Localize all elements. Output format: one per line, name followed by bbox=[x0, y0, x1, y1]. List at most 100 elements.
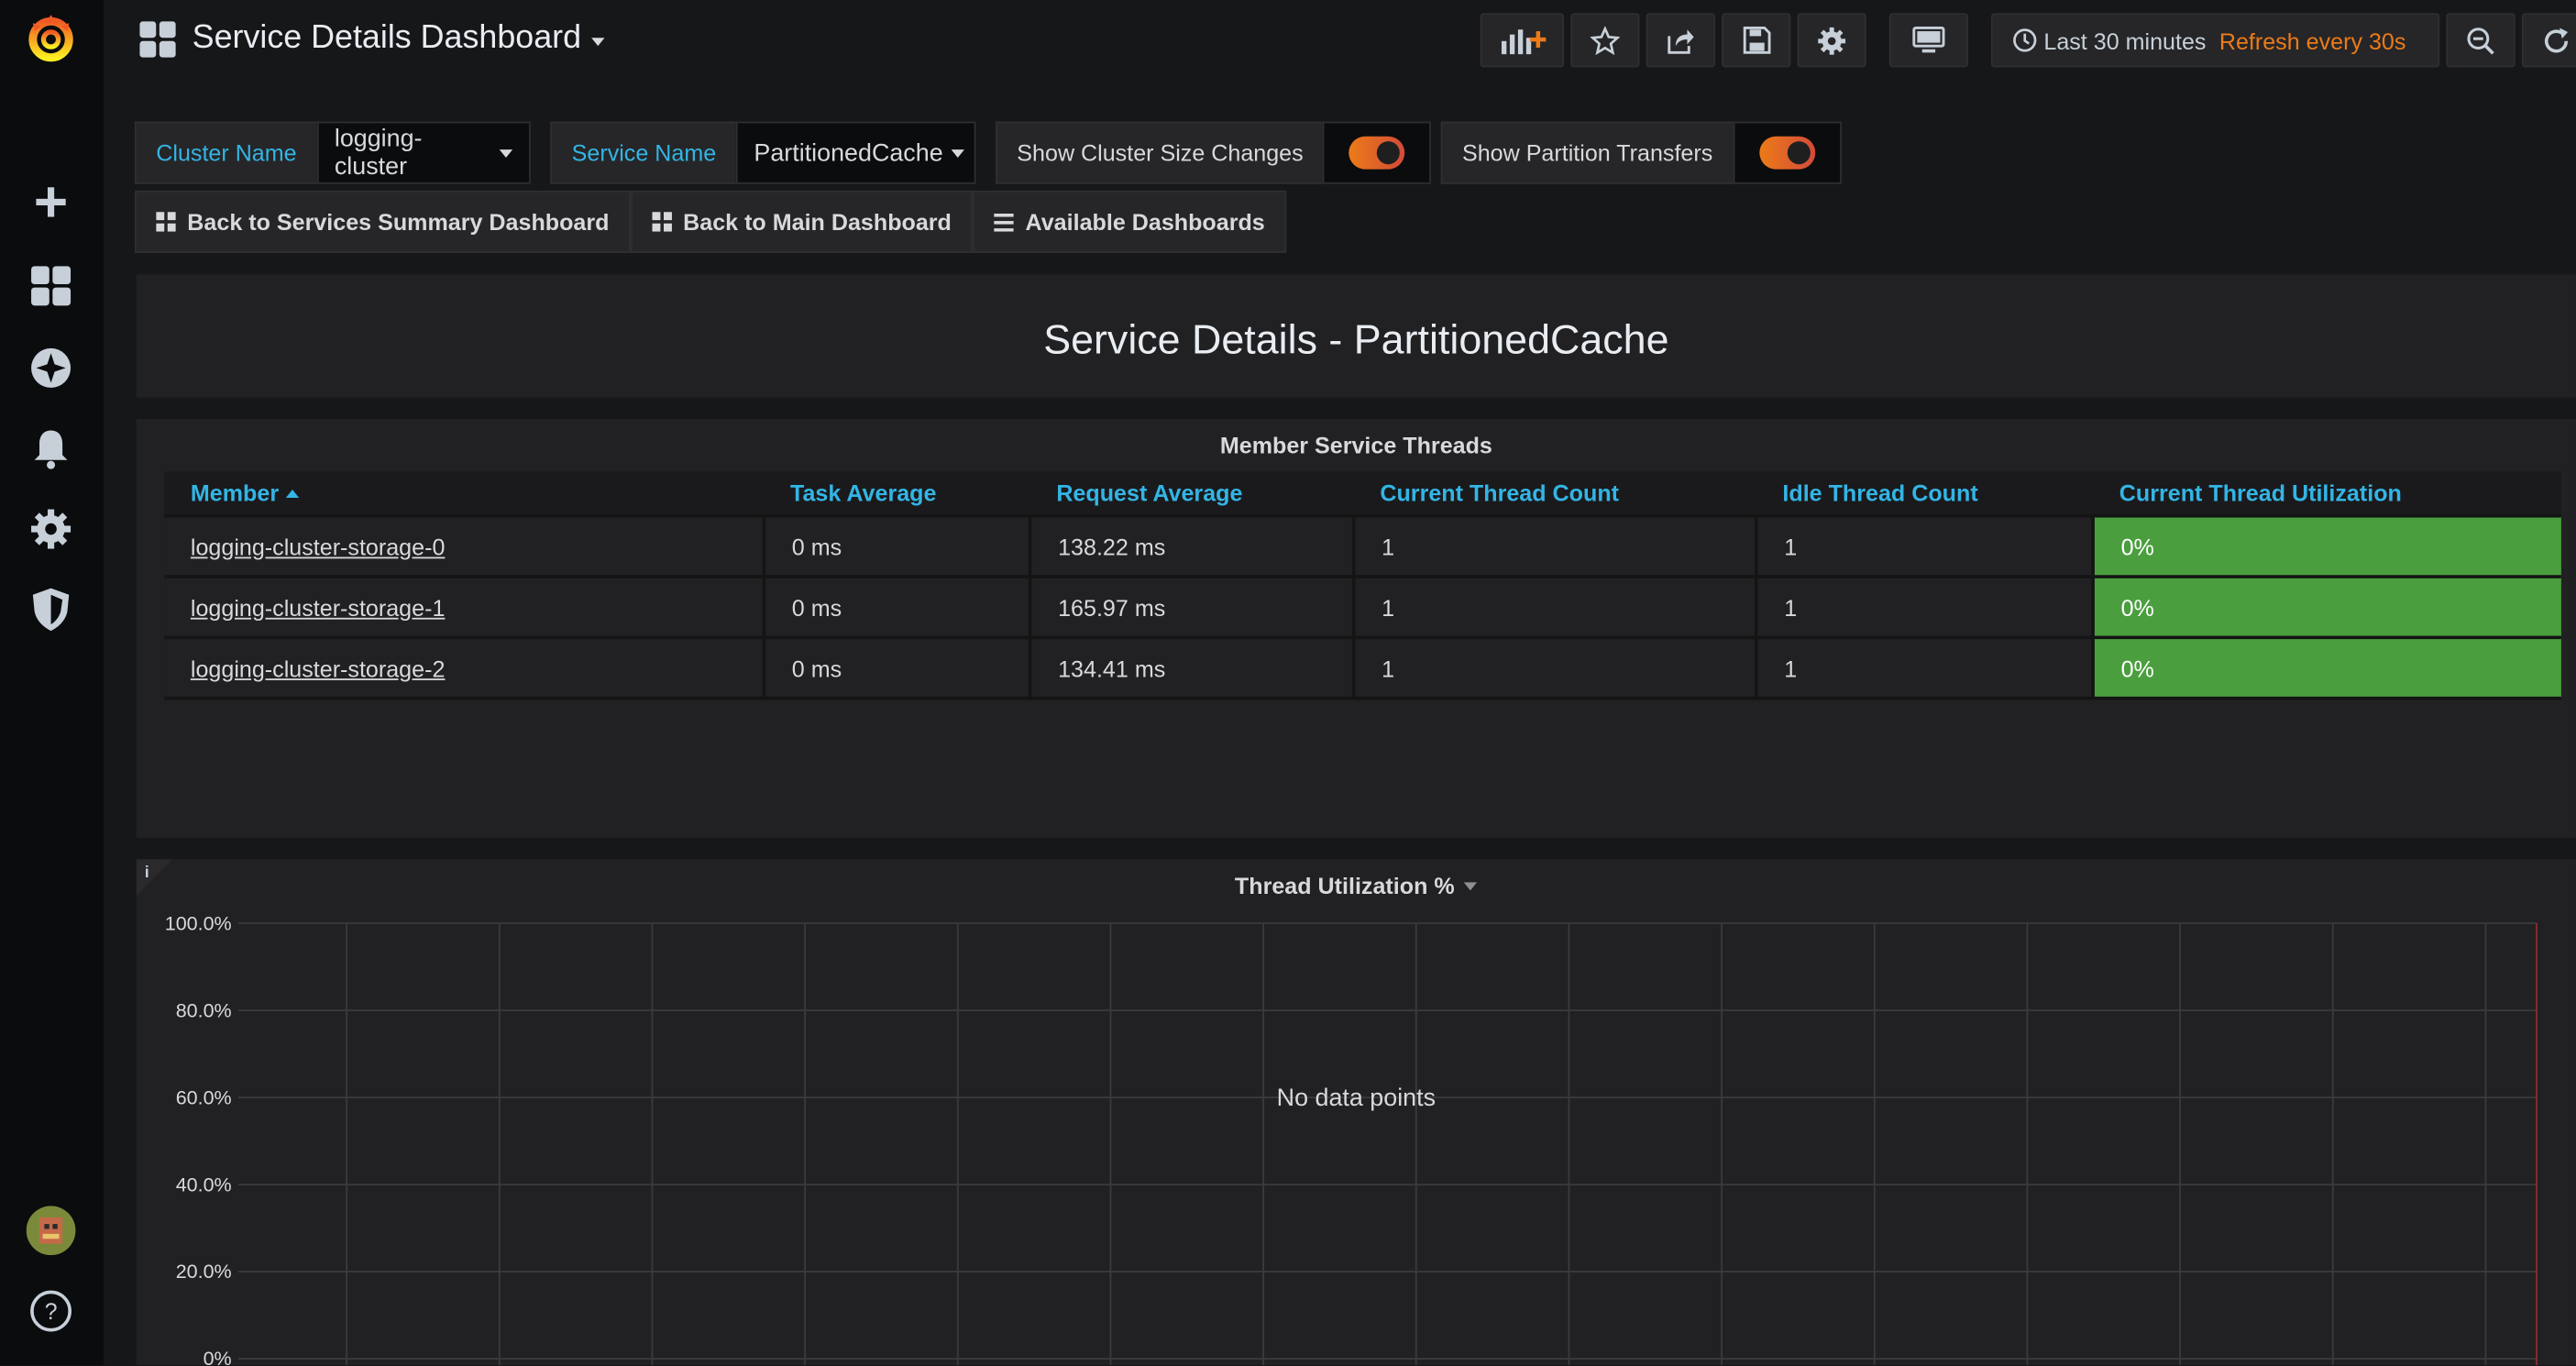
svg-text:?: ? bbox=[45, 1299, 58, 1325]
member-link[interactable]: logging-cluster-storage-1 bbox=[164, 577, 766, 640]
share-dashboard-button[interactable] bbox=[1646, 13, 1715, 68]
chevron-down-icon bbox=[590, 38, 605, 47]
add-panel-icon bbox=[1501, 28, 1546, 54]
table-cell: 1 bbox=[1353, 637, 1758, 700]
chevron-down-icon bbox=[1464, 882, 1478, 891]
graph-title-text: Thread Utilization % bbox=[1234, 872, 1455, 899]
save-dashboard-button[interactable] bbox=[1722, 13, 1791, 68]
create-plus-icon[interactable] bbox=[23, 174, 79, 230]
dashboard-grid-icon bbox=[156, 212, 176, 232]
table-cell: 165.97 ms bbox=[1029, 577, 1356, 640]
service-name-value: PartitionedCache bbox=[754, 138, 943, 167]
column-header-idle-thread-count[interactable]: Idle Thread Count bbox=[1756, 471, 2094, 518]
add-panel-button[interactable] bbox=[1480, 13, 1565, 68]
services-summary-link[interactable]: Back to Services Summary Dashboard bbox=[134, 190, 631, 253]
table-cell: 1 bbox=[1756, 515, 2095, 578]
table-cell: 138.22 ms bbox=[1029, 515, 1356, 578]
grafana-logo-icon[interactable] bbox=[23, 10, 79, 66]
member-threads-table: Member Task Average Request Average Curr… bbox=[164, 471, 2561, 700]
service-name-dropdown[interactable]: PartitionedCache bbox=[735, 121, 976, 184]
column-header-thread-utilization[interactable]: Current Thread Utilization bbox=[2093, 471, 2561, 518]
table-cell: 1 bbox=[1353, 515, 1758, 578]
cycle-view-mode-button[interactable] bbox=[1888, 13, 1968, 68]
toggle-switch[interactable] bbox=[1758, 136, 1815, 170]
main-dashboard-link[interactable]: Back to Main Dashboard bbox=[630, 190, 974, 253]
time-range-text: Last 30 minutes bbox=[2043, 27, 2207, 54]
cluster-size-changes-variable: Show Cluster Size Changes bbox=[996, 121, 1432, 184]
y-tick-label: 80.0% bbox=[176, 999, 232, 1021]
time-picker-button[interactable]: Last 30 minutes Refresh every 30s bbox=[1991, 13, 2440, 68]
clock-icon bbox=[2013, 28, 2037, 52]
cluster-size-changes-switch[interactable] bbox=[1323, 121, 1432, 184]
table-cell: 1 bbox=[1353, 577, 1758, 640]
main-dashboard-link-label: Back to Main Dashboard bbox=[683, 208, 952, 236]
cluster-name-label: Cluster Name bbox=[134, 121, 317, 184]
member-link[interactable]: logging-cluster-storage-0 bbox=[164, 515, 766, 578]
y-tick-label: 100.0% bbox=[165, 912, 232, 934]
sort-ascending-icon bbox=[285, 490, 299, 499]
dashboard-settings-button[interactable] bbox=[1797, 13, 1866, 68]
panel-title[interactable]: Member Service Threads bbox=[137, 432, 2576, 458]
table-cell: 0 ms bbox=[764, 577, 1032, 640]
table-cell: 1 bbox=[1756, 577, 2095, 640]
configuration-gear-icon[interactable] bbox=[23, 501, 79, 557]
cluster-name-variable: Cluster Name logging-cluster bbox=[134, 121, 531, 184]
server-admin-shield-icon[interactable] bbox=[23, 581, 79, 637]
partition-transfers-switch[interactable] bbox=[1732, 121, 1842, 184]
member-link[interactable]: logging-cluster-storage-2 bbox=[164, 637, 766, 700]
table-cell: 0 ms bbox=[764, 637, 1032, 700]
toggle-switch[interactable] bbox=[1349, 136, 1405, 170]
dashboard-title: Service Details Dashboard bbox=[192, 19, 582, 56]
top-navbar: Service Details Dashboard Last 30 minute… bbox=[104, 0, 2576, 85]
chevron-down-icon bbox=[951, 149, 964, 158]
service-name-label: Service Name bbox=[550, 121, 736, 184]
partition-transfers-label: Show Partition Transfers bbox=[1440, 121, 1733, 184]
utilization-cell: 0% bbox=[2093, 577, 2561, 640]
star-dashboard-button[interactable] bbox=[1570, 13, 1640, 68]
service-title-panel: Service Details - PartitionedCache bbox=[136, 274, 2576, 398]
refresh-dashboard-button[interactable] bbox=[2521, 13, 2576, 68]
no-data-message: No data points bbox=[1276, 1084, 1437, 1113]
star-icon bbox=[1590, 25, 1621, 55]
graph-panel-title[interactable]: Thread Utilization % bbox=[137, 872, 2576, 899]
column-header-request-average[interactable]: Request Average bbox=[1029, 471, 1354, 518]
table-row: logging-cluster-storage-1 0 ms 165.97 ms… bbox=[164, 577, 2561, 640]
cluster-size-changes-label: Show Cluster Size Changes bbox=[996, 121, 1324, 184]
cluster-name-dropdown[interactable]: logging-cluster bbox=[316, 121, 531, 184]
column-header-task-average[interactable]: Task Average bbox=[764, 471, 1030, 518]
zoom-out-button[interactable] bbox=[2446, 13, 2515, 68]
y-tick-label: 40.0% bbox=[176, 1173, 232, 1195]
dashboard-grid-icon bbox=[652, 212, 672, 232]
member-service-threads-panel: Member Service Threads Member Task Avera… bbox=[136, 418, 2576, 838]
column-header-member[interactable]: Member bbox=[164, 471, 765, 518]
user-avatar[interactable] bbox=[23, 1203, 79, 1259]
services-summary-link-label: Back to Services Summary Dashboard bbox=[187, 208, 610, 236]
available-dashboards-link[interactable]: Available Dashboards bbox=[973, 190, 1287, 253]
column-header-current-thread-count[interactable]: Current Thread Count bbox=[1353, 471, 1756, 518]
chevron-down-icon bbox=[499, 149, 512, 158]
service-title-text: Service Details - PartitionedCache bbox=[1043, 316, 1669, 364]
save-icon bbox=[1742, 27, 1770, 54]
side-menu: ? bbox=[0, 0, 104, 1366]
table-cell: 0 ms bbox=[764, 515, 1032, 578]
gear-icon bbox=[1818, 27, 1846, 54]
dashboards-icon[interactable] bbox=[23, 258, 79, 314]
dashboard-links: Back to Services Summary Dashboard Back … bbox=[134, 190, 1287, 253]
alerting-bell-icon[interactable] bbox=[23, 421, 79, 477]
dashboard-grid-icon bbox=[139, 20, 176, 57]
help-question-icon[interactable]: ? bbox=[23, 1283, 79, 1339]
table-row: logging-cluster-storage-2 0 ms 134.41 ms… bbox=[164, 637, 2561, 700]
monitor-icon bbox=[1912, 27, 1945, 53]
refresh-interval-text: Refresh every 30s bbox=[2218, 27, 2406, 54]
dashboard-title-picker[interactable]: Service Details Dashboard bbox=[139, 19, 605, 58]
service-name-variable: Service Name PartitionedCache bbox=[550, 121, 976, 184]
list-icon bbox=[994, 213, 1014, 231]
y-tick-label: 0% bbox=[204, 1348, 232, 1365]
table-row: logging-cluster-storage-0 0 ms 138.22 ms… bbox=[164, 515, 2561, 578]
table-cell: 1 bbox=[1756, 637, 2095, 700]
partition-transfers-variable: Show Partition Transfers bbox=[1440, 121, 1842, 184]
table-header-row: Member Task Average Request Average Curr… bbox=[164, 471, 2561, 518]
cluster-name-value: logging-cluster bbox=[334, 125, 423, 182]
explore-compass-icon[interactable] bbox=[23, 340, 79, 396]
thread-utilization-panel: 100.0% 80.0% 60.0% 40.0% 20.0% 0% i Thread Ut… bbox=[136, 859, 2576, 1366]
